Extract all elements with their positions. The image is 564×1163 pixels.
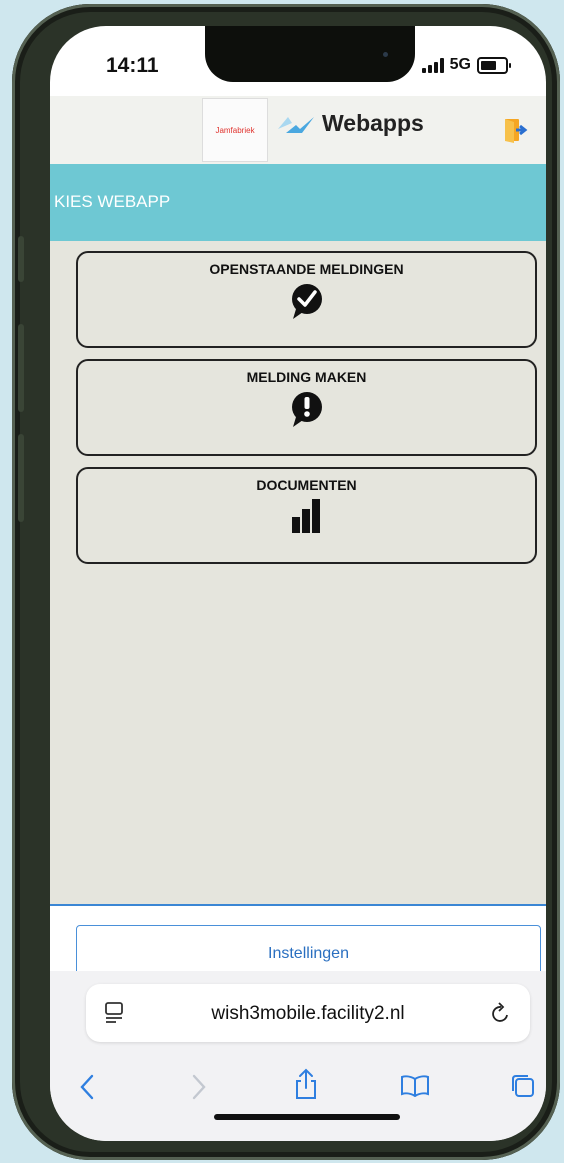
section-header: KIES WEBAPP — [50, 164, 546, 241]
notch — [205, 26, 415, 82]
tile-openstaande-meldingen[interactable]: OPENSTAANDE MELDINGEN — [76, 251, 537, 348]
bookmarks-icon[interactable] — [400, 1075, 430, 1097]
forward-icon[interactable] — [190, 1073, 208, 1101]
partner-logo: Jamfabriek — [202, 98, 268, 162]
volume-down-button — [18, 434, 24, 522]
mute-switch — [18, 236, 24, 282]
webapp-list: OPENSTAANDE MELDINGEN MELDING MAKEN DOCU… — [50, 241, 546, 904]
volume-up-button — [18, 324, 24, 412]
reload-icon[interactable] — [490, 1001, 512, 1025]
app-title: Webapps — [322, 110, 424, 136]
tile-label: MELDING MAKEN — [246, 369, 367, 385]
signal-icon — [421, 57, 444, 73]
screen: 14:11 5G Jamfabriek Webapps KIES WEBAPP … — [50, 26, 546, 1141]
phone-frame: 14:11 5G Jamfabriek Webapps KIES WEBAPP … — [12, 4, 560, 1160]
app-header: Jamfabriek Webapps — [50, 96, 546, 164]
url-text: wish3mobile.facility2.nl — [211, 1003, 405, 1024]
logout-icon[interactable] — [502, 116, 530, 144]
battery-icon — [477, 56, 511, 74]
exclamation-bubble-icon — [291, 392, 322, 427]
footer: Instellingen — [50, 906, 546, 983]
network-type: 5G — [449, 56, 471, 73]
tile-documenten[interactable]: DOCUMENTEN — [76, 467, 537, 564]
tile-melding-maken[interactable]: MELDING MAKEN — [76, 359, 537, 456]
status-icons: 5G — [421, 56, 511, 74]
tile-label: OPENSTAANDE MELDINGEN — [209, 261, 404, 277]
camera-dot — [383, 52, 388, 57]
home-indicator[interactable] — [214, 1114, 400, 1120]
status-time: 14:11 — [106, 54, 159, 77]
app-branding: Webapps — [276, 110, 424, 137]
check-bubble-icon — [291, 284, 322, 319]
share-icon[interactable] — [294, 1068, 318, 1100]
tabs-icon[interactable] — [510, 1073, 536, 1099]
webapps-logo-icon — [278, 116, 314, 133]
section-title: KIES WEBAPP — [54, 192, 171, 211]
back-icon[interactable] — [78, 1073, 96, 1101]
tile-label: DOCUMENTEN — [256, 477, 357, 493]
bar-chart-icon — [291, 499, 320, 533]
address-bar[interactable]: wish3mobile.facility2.nl — [86, 984, 530, 1042]
